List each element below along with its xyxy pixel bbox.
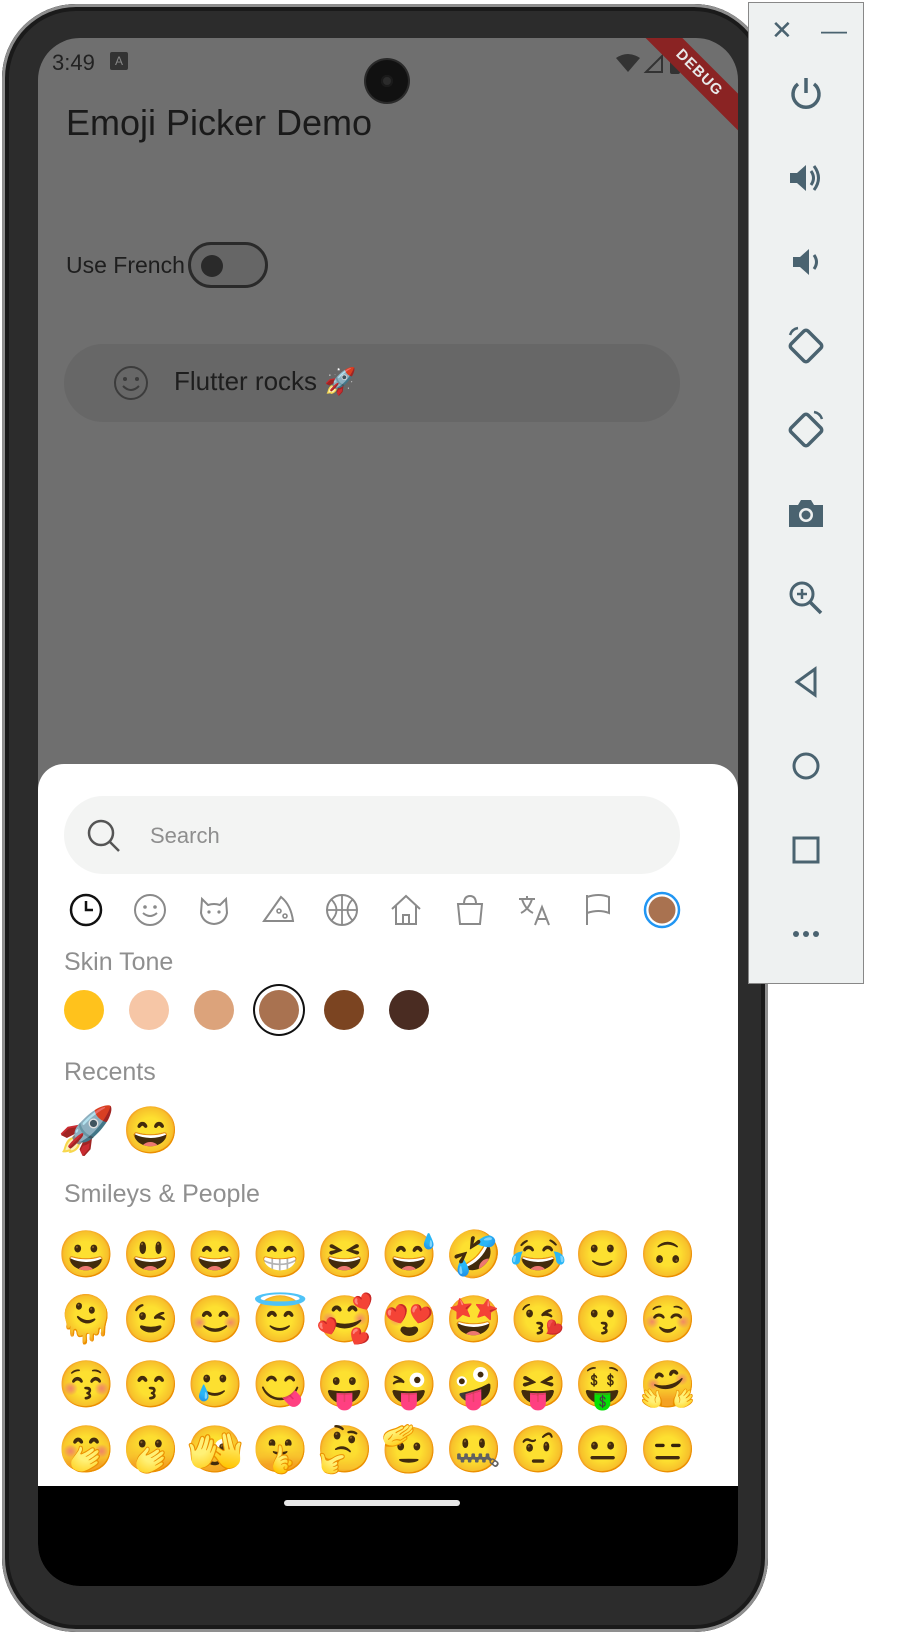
message-text-field[interactable]: Flutter rocks 🚀 <box>64 344 680 422</box>
emoji-cell[interactable]: 🤗 <box>635 1354 700 1414</box>
more-icon[interactable] <box>783 911 829 957</box>
emoji-picker-sheet: Skin Tone Recents 🚀😄 Smileys & People 😀😃… <box>38 764 738 1504</box>
skin-tone-swatch[interactable] <box>129 990 169 1030</box>
emoji-cell[interactable]: 😃 <box>119 1224 184 1284</box>
emoji-cell[interactable]: 🫣 <box>183 1419 248 1479</box>
flags-icon[interactable] <box>576 888 620 932</box>
home-gesture-bar[interactable] <box>284 1500 460 1506</box>
minimize-icon[interactable]: — <box>821 15 847 46</box>
emoji-cell[interactable]: 😋 <box>248 1354 313 1414</box>
back-icon[interactable] <box>783 659 829 705</box>
notification-a-icon: A <box>110 52 128 70</box>
activity-icon[interactable] <box>320 888 364 932</box>
emoji-cell[interactable]: 🤪 <box>442 1354 507 1414</box>
emoji-row: 😚 😙 🥲 😋 😛 😜 🤪 😝 🤑 🤗 <box>54 1354 700 1414</box>
animal-icon[interactable] <box>192 888 236 932</box>
emoji-row: 🤭 🫢 🫣 🤫 🤔 🫡 🤐 🤨 😐 😑 <box>54 1419 700 1479</box>
zoom-icon[interactable] <box>783 575 829 621</box>
emoji-cell[interactable]: 🫢 <box>119 1419 184 1479</box>
emoji-cell[interactable]: 🤨 <box>506 1419 571 1479</box>
emoji-cell[interactable]: 😜 <box>377 1354 442 1414</box>
search-icon <box>87 819 120 852</box>
emoji-cell[interactable]: 🤩 <box>442 1289 507 1349</box>
overview-icon[interactable] <box>783 827 829 873</box>
emoji-cell[interactable]: 😚 <box>54 1354 119 1414</box>
switch-knob <box>201 255 223 277</box>
emoji-cell[interactable]: 😀 <box>54 1224 119 1284</box>
emoji-cell[interactable]: ☺️ <box>635 1289 700 1349</box>
emoji-cell[interactable]: 😆 <box>312 1224 377 1284</box>
recent-icon[interactable] <box>64 888 108 932</box>
emoji-row: 🫠 😉 😊 😇 🥰 😍 🤩 😘 😗 ☺️ <box>54 1289 700 1349</box>
emoji-cell[interactable]: 😇 <box>248 1289 313 1349</box>
emoji-cell[interactable]: 🤔 <box>312 1419 377 1479</box>
skin-tone-swatch[interactable] <box>389 990 429 1030</box>
emoji-cell[interactable]: 😗 <box>571 1289 636 1349</box>
volume-down-icon[interactable] <box>783 239 829 285</box>
emoji-cell[interactable]: 🙂 <box>571 1224 636 1284</box>
emoji-cell[interactable]: 😝 <box>506 1354 571 1414</box>
skin-tone-selected[interactable] <box>640 888 684 932</box>
emoji-cell[interactable]: 😑 <box>635 1419 700 1479</box>
skin-tone-swatch[interactable] <box>64 990 104 1030</box>
power-icon[interactable] <box>783 71 829 117</box>
emoji-cell[interactable]: 🙃 <box>635 1224 700 1284</box>
emoji-cell[interactable]: 🫡 <box>377 1419 442 1479</box>
smiley-icon[interactable] <box>128 888 172 932</box>
emoji-cell[interactable]: 😐 <box>571 1419 636 1479</box>
travel-icon[interactable] <box>384 888 428 932</box>
emoji-cell[interactable]: 🤣 <box>442 1224 507 1284</box>
message-text: Flutter rocks 🚀 <box>174 366 357 396</box>
camera-icon[interactable] <box>783 491 829 537</box>
emoji-toggle-icon[interactable] <box>112 364 150 402</box>
skin-tone-label: Skin Tone <box>64 948 174 976</box>
emoji-cell[interactable]: 😁 <box>248 1224 313 1284</box>
emoji-cell[interactable]: 😘 <box>506 1289 571 1349</box>
close-icon[interactable]: ✕ <box>771 15 793 46</box>
emoji-cell[interactable]: 🤭 <box>54 1419 119 1479</box>
emulator-window-controls: ✕ — <box>749 15 865 45</box>
skin-tone-swatch[interactable] <box>259 990 299 1030</box>
emulator-toolbar: ✕ — <box>748 2 864 984</box>
emoji-cell[interactable]: 😄 <box>119 1100 184 1160</box>
status-time: 3:49 <box>52 50 95 75</box>
emoji-cell[interactable]: 🥲 <box>183 1354 248 1414</box>
skin-tone-swatch[interactable] <box>324 990 364 1030</box>
emoji-cell[interactable]: 😛 <box>312 1354 377 1414</box>
use-french-switch[interactable] <box>188 242 268 288</box>
emoji-cell[interactable]: 🚀 <box>54 1100 119 1160</box>
emoji-cell[interactable]: 😊 <box>183 1289 248 1349</box>
smileys-label: Smileys & People <box>64 1180 260 1208</box>
rotate-left-icon[interactable] <box>783 323 829 369</box>
emoji-cell[interactable]: 😄 <box>183 1224 248 1284</box>
emoji-cell[interactable]: 😉 <box>119 1289 184 1349</box>
volume-up-icon[interactable] <box>783 155 829 201</box>
emoji-cell[interactable]: 🥰 <box>312 1289 377 1349</box>
emoji-cell[interactable]: 😂 <box>506 1224 571 1284</box>
home-icon[interactable] <box>783 743 829 789</box>
emoji-cell[interactable]: 🤐 <box>442 1419 507 1479</box>
skin-tone-swatch[interactable] <box>194 990 234 1030</box>
symbols-icon[interactable] <box>512 888 556 932</box>
category-tabs <box>64 888 684 932</box>
emoji-cell[interactable]: 🤫 <box>248 1419 313 1479</box>
use-french-label: Use French <box>66 252 185 278</box>
food-icon[interactable] <box>256 888 300 932</box>
emoji-cell[interactable]: 🤑 <box>571 1354 636 1414</box>
emoji-cell[interactable]: 😍 <box>377 1289 442 1349</box>
recents-label: Recents <box>64 1058 156 1086</box>
emoji-row: 😀 😃 😄 😁 😆 😅 🤣 😂 🙂 🙃 <box>54 1224 700 1284</box>
phone-frame: 3:49 A DEBUG Emoji Picker Demo Use Frenc… <box>2 4 768 1632</box>
phone-screen: 3:49 A DEBUG Emoji Picker Demo Use Frenc… <box>38 38 738 1586</box>
front-camera <box>366 60 408 102</box>
objects-icon[interactable] <box>448 888 492 932</box>
emoji-cell[interactable]: 😙 <box>119 1354 184 1414</box>
rotate-right-icon[interactable] <box>783 407 829 453</box>
search-input[interactable] <box>148 818 652 854</box>
search-bar[interactable] <box>64 796 680 874</box>
page-title: Emoji Picker Demo <box>66 102 373 143</box>
recents-row: 🚀 😄 <box>54 1100 183 1160</box>
emoji-cell[interactable]: 😅 <box>377 1224 442 1284</box>
emoji-cell[interactable]: 🫠 <box>54 1289 119 1349</box>
